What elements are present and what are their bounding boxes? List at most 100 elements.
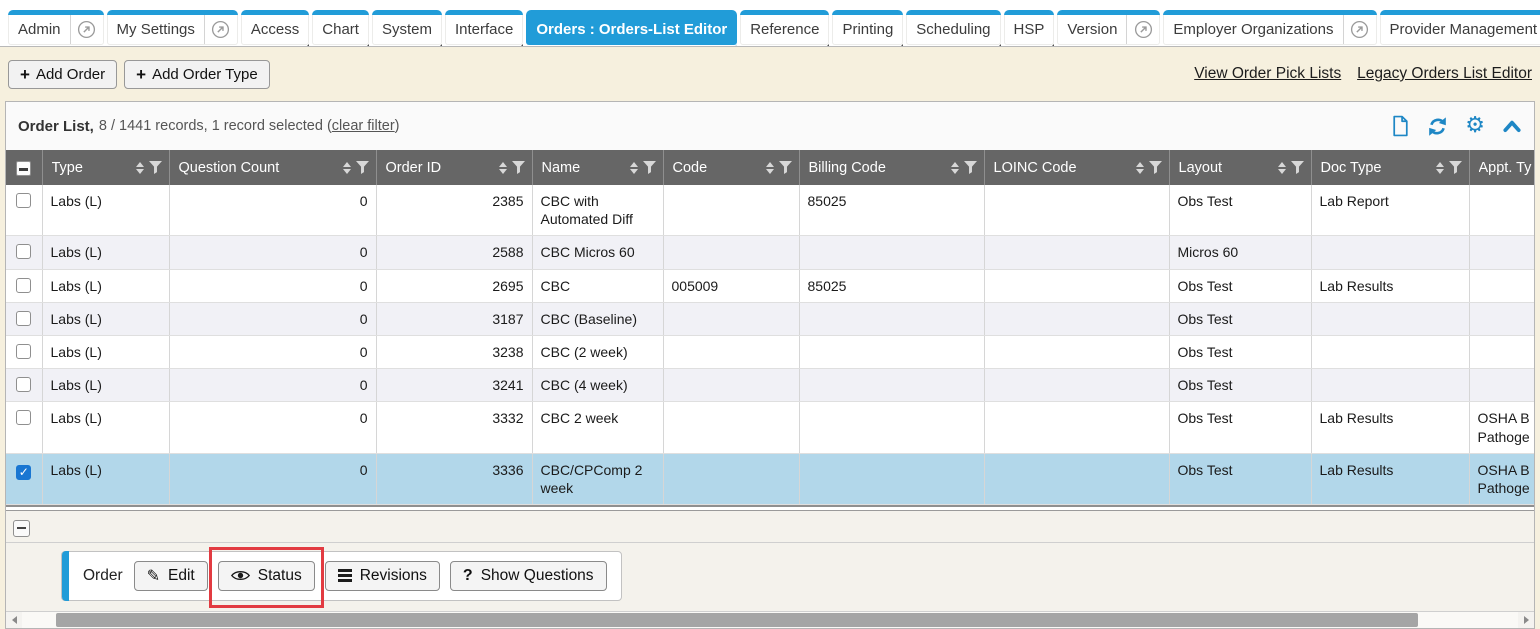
tab-access[interactable]: Access xyxy=(241,10,309,45)
sort-icon[interactable] xyxy=(630,162,638,174)
column-header-question-count[interactable]: Question Count xyxy=(169,150,376,185)
filter-funnel-icon[interactable] xyxy=(1149,161,1162,174)
filter-funnel-icon[interactable] xyxy=(1291,161,1304,174)
filter-funnel-icon[interactable] xyxy=(149,161,162,174)
table-row[interactable]: Labs (L)02695CBC00500985025Obs TestLab R… xyxy=(6,269,1534,302)
sort-icon[interactable] xyxy=(136,162,144,174)
detail-button-label: Revisions xyxy=(360,567,427,585)
tab-employer-organizations[interactable]: Employer Organizations xyxy=(1163,10,1376,45)
column-label: Code xyxy=(673,160,761,176)
show-questions-button[interactable]: ? Show Questions xyxy=(450,561,607,591)
tab-admin[interactable]: Admin xyxy=(8,10,104,45)
select-all-checkbox[interactable] xyxy=(16,161,31,176)
table-row[interactable]: ✓Labs (L)03336CBC/CPComp 2 weekObs TestL… xyxy=(6,453,1534,504)
horizontal-scrollbar[interactable] xyxy=(6,611,1534,628)
tab-hsp[interactable]: HSP xyxy=(1004,10,1055,45)
column-header-doc-type[interactable]: Doc Type xyxy=(1311,150,1469,185)
column-header-layout[interactable]: Layout xyxy=(1169,150,1311,185)
scroll-track[interactable] xyxy=(22,612,1518,628)
scroll-thumb[interactable] xyxy=(56,613,1418,627)
sort-icon[interactable] xyxy=(1136,162,1144,174)
column-label: Billing Code xyxy=(809,160,946,176)
cell-name: CBC/CPComp 2 week xyxy=(532,453,663,504)
tab-scheduling[interactable]: Scheduling xyxy=(906,10,1000,45)
sort-icon[interactable] xyxy=(951,162,959,174)
tab-printing[interactable]: Printing xyxy=(832,10,903,45)
popout-icon[interactable] xyxy=(71,20,103,39)
legacy-orders-list-editor-link[interactable]: Legacy Orders List Editor xyxy=(1357,65,1532,82)
cell-code xyxy=(663,369,799,402)
column-label: Doc Type xyxy=(1321,160,1431,176)
cell-name: CBC Micros 60 xyxy=(532,236,663,269)
column-label: Layout xyxy=(1179,160,1273,176)
table-row[interactable]: Labs (L)03187CBC (Baseline)Obs Test xyxy=(6,302,1534,335)
tab-label: Orders : Orders-List Editor xyxy=(527,21,736,38)
filter-funnel-icon[interactable] xyxy=(779,161,792,174)
collapse-detail-button[interactable] xyxy=(13,520,30,537)
add-order-button[interactable]: + Add Order xyxy=(8,60,117,89)
collapse-panel-icon[interactable] xyxy=(1502,118,1522,134)
row-checkbox[interactable] xyxy=(16,278,31,293)
tab-reference[interactable]: Reference xyxy=(740,10,829,45)
row-checkbox[interactable] xyxy=(16,244,31,259)
popout-icon[interactable] xyxy=(1344,20,1376,39)
table-row[interactable]: Labs (L)02385CBC with Automated Diff8502… xyxy=(6,185,1534,236)
view-order-pick-lists-link[interactable]: View Order Pick Lists xyxy=(1194,65,1341,82)
gear-icon[interactable]: ⚙ xyxy=(1465,115,1485,137)
new-document-icon[interactable] xyxy=(1391,115,1410,137)
scroll-left-arrow[interactable] xyxy=(6,612,22,628)
column-header-code[interactable]: Code xyxy=(663,150,799,185)
table-row[interactable]: Labs (L)03238CBC (2 week)Obs Test xyxy=(6,335,1534,368)
row-checkbox[interactable] xyxy=(16,377,31,392)
sort-icon[interactable] xyxy=(343,162,351,174)
sort-icon[interactable] xyxy=(499,162,507,174)
row-checkbox[interactable] xyxy=(16,311,31,326)
cell-billing-code: 85025 xyxy=(799,269,984,302)
table-row[interactable]: Labs (L)03241CBC (4 week)Obs Test xyxy=(6,369,1534,402)
column-header-appt-ty[interactable]: Appt. Ty xyxy=(1469,150,1534,185)
tab-chart[interactable]: Chart xyxy=(312,10,369,45)
sort-icon[interactable] xyxy=(1278,162,1286,174)
row-checkbox[interactable] xyxy=(16,193,31,208)
filter-funnel-icon[interactable] xyxy=(512,161,525,174)
sort-icon[interactable] xyxy=(1436,162,1444,174)
column-header-type[interactable]: Type xyxy=(42,150,169,185)
tab-label: HSP xyxy=(1005,21,1054,38)
filter-funnel-icon[interactable] xyxy=(356,161,369,174)
pencil-icon: ✎ xyxy=(147,568,160,584)
column-header-billing-code[interactable]: Billing Code xyxy=(799,150,984,185)
column-header-loinc-code[interactable]: LOINC Code xyxy=(984,150,1169,185)
tab-orders-orders-list-editor[interactable]: Orders : Orders-List Editor xyxy=(526,10,737,45)
row-checkbox-cell: ✓ xyxy=(6,453,42,504)
revisions-button[interactable]: Revisions xyxy=(325,561,440,591)
order-detail-toolbar: Order ✎ Edit Status Revisions ? Show Que… xyxy=(61,551,622,601)
popout-icon[interactable] xyxy=(1127,20,1159,39)
status-button[interactable]: Status xyxy=(218,561,315,591)
tab-version[interactable]: Version xyxy=(1057,10,1160,45)
table-row[interactable]: Labs (L)03332CBC 2 weekObs TestLab Resul… xyxy=(6,402,1534,453)
clear-filter-link[interactable]: clear filter xyxy=(332,118,395,134)
tab-my-settings[interactable]: My Settings xyxy=(107,10,238,45)
column-header-name[interactable]: Name xyxy=(532,150,663,185)
row-checkbox[interactable]: ✓ xyxy=(16,465,31,480)
cell-appt-ty xyxy=(1469,269,1534,302)
edit-button[interactable]: ✎ Edit xyxy=(134,561,208,591)
tab-interface[interactable]: Interface xyxy=(445,10,523,45)
refresh-icon[interactable] xyxy=(1427,116,1448,137)
column-header-order-id[interactable]: Order ID xyxy=(376,150,532,185)
add-order-type-button[interactable]: + Add Order Type xyxy=(124,60,270,89)
row-checkbox[interactable] xyxy=(16,344,31,359)
filter-funnel-icon[interactable] xyxy=(1449,161,1462,174)
add-order-type-label: Add Order Type xyxy=(152,66,258,83)
filter-funnel-icon[interactable] xyxy=(964,161,977,174)
sort-icon[interactable] xyxy=(766,162,774,174)
table-row[interactable]: Labs (L)02588CBC Micros 60Micros 60 xyxy=(6,236,1534,269)
cell-layout: Obs Test xyxy=(1169,269,1311,302)
filter-funnel-icon[interactable] xyxy=(643,161,656,174)
tab-provider-management[interactable]: Provider Management xyxy=(1380,10,1540,45)
select-all-header[interactable] xyxy=(6,150,42,185)
row-checkbox[interactable] xyxy=(16,410,31,425)
tab-system[interactable]: System xyxy=(372,10,442,45)
scroll-right-arrow[interactable] xyxy=(1518,612,1534,628)
popout-icon[interactable] xyxy=(205,20,237,39)
